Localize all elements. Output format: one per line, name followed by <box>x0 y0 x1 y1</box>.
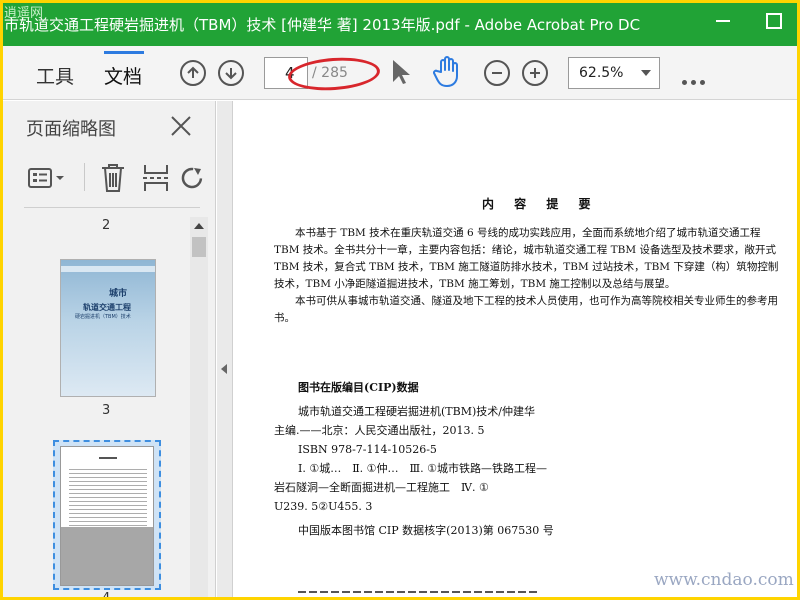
rotate-icon[interactable] <box>180 165 204 193</box>
thumbnail-scrollbar[interactable] <box>190 217 208 600</box>
thumbnail-label: 2 <box>102 218 111 233</box>
cover-title-line3: 硬岩掘进机（TBM）技术 <box>75 314 131 320</box>
more-dots-icon <box>682 80 687 85</box>
thumbnail-page-4[interactable] <box>60 446 154 586</box>
thumbnail-page-3[interactable]: 城市 轨道交通工程 硬岩掘进机（TBM）技术 <box>60 259 156 397</box>
arrow-down-icon <box>225 68 237 80</box>
hand-icon <box>433 56 458 87</box>
thumbnail-label: 3 <box>102 403 111 418</box>
thumb-heading-line <box>99 457 117 459</box>
cursor-icon <box>393 60 410 84</box>
document-viewer[interactable]: 内 容 提 要 本书基于 TBM 技术在重庆轨道交通 6 号线的成功实践应用，全… <box>234 101 800 600</box>
cip-line: 岩石隧洞—全断面掘进机—工程施工 Ⅳ. ① <box>274 481 489 494</box>
minimize-button[interactable] <box>714 10 734 30</box>
close-icon <box>171 116 191 136</box>
zoom-out-button[interactable] <box>484 60 510 86</box>
previous-page-button[interactable] <box>180 60 206 86</box>
cip-line: 城市轨道交通工程硬岩掘进机(TBM)技术/仲建华 <box>298 405 535 418</box>
next-page-button[interactable] <box>218 60 244 86</box>
panel-collapse-handle[interactable] <box>217 101 233 600</box>
doc-heading: 内 容 提 要 <box>482 197 599 211</box>
cover-title-line2: 轨道交通工程 <box>83 303 131 312</box>
plus-icon <box>530 68 540 78</box>
active-tab-indicator <box>104 51 144 54</box>
cip-line: U239. 5②U455. 3 <box>274 500 373 513</box>
thumb-text-lines <box>69 469 147 529</box>
trash-icon[interactable] <box>100 163 126 193</box>
scrollbar-thumb[interactable] <box>192 237 206 257</box>
select-tool-button[interactable] <box>390 58 410 90</box>
thumbnail-label: 4 <box>102 591 111 600</box>
panel-divider <box>24 207 200 208</box>
zoom-level-select[interactable]: 62.5% <box>568 57 660 89</box>
hand-tool-button[interactable] <box>432 56 462 92</box>
toolbar-separator <box>84 163 85 191</box>
extract-pages-icon[interactable] <box>142 163 170 193</box>
panel-title: 页面缩略图 <box>26 119 116 140</box>
more-options-button[interactable] <box>682 70 709 89</box>
cip-line: 主编.——北京：人民交通出版社，2013. 5 <box>274 424 485 437</box>
window-title: 市轨道交通工程硬岩掘进机（TBM）技术 [仲建华 著] 2013年版.pdf -… <box>4 16 641 34</box>
tab-tools[interactable]: 工具 <box>36 62 74 89</box>
thumb-shaded-area <box>61 527 153 585</box>
scroll-up-arrow-icon[interactable] <box>194 223 204 229</box>
cip-line: Ⅰ. ①城… Ⅱ. ①仲… Ⅲ. ①城市铁路—铁路工程— <box>298 462 547 475</box>
chevron-left-icon <box>221 364 227 374</box>
cip-line: 中国版本图书馆 CIP 数据核字(2013)第 067530 号 <box>298 524 554 537</box>
cover-title-line1: 城市 <box>109 289 128 299</box>
panel-toolbar <box>24 161 204 197</box>
maximize-button[interactable] <box>764 10 784 30</box>
tab-document[interactable]: 文档 <box>104 62 142 89</box>
minus-icon <box>492 72 502 74</box>
thumbnail-options-icon[interactable] <box>28 167 66 191</box>
more-dot <box>700 80 705 85</box>
more-dot <box>691 80 696 85</box>
cover-header-bar <box>61 266 155 272</box>
zoom-in-button[interactable] <box>522 60 548 86</box>
zoom-level-value: 62.5% <box>579 65 624 81</box>
doc-paragraph: 本书基于 TBM 技术在重庆轨道交通 6 号线的成功实践应用，全面而系统地介绍了… <box>274 227 779 290</box>
arrow-up-icon <box>187 66 199 78</box>
cip-line: ISBN 978-7-114-10526-5 <box>298 443 437 456</box>
title-bar: 逍遥网 市轨道交通工程硬岩掘进机（TBM）技术 [仲建华 著] 2013年版.p… <box>0 0 800 46</box>
close-panel-button[interactable] <box>170 115 192 141</box>
doc-cut-off-text <box>298 591 538 593</box>
chevron-down-icon <box>641 70 651 76</box>
cip-heading: 图书在版编目(CIP)数据 <box>298 381 419 394</box>
site-watermark: www.cndao.com <box>654 570 794 590</box>
doc-paragraph: 本书可供从事城市轨道交通、隧道及地下工程的技术人员使用，也可作为高等院校相关专业… <box>274 295 778 324</box>
